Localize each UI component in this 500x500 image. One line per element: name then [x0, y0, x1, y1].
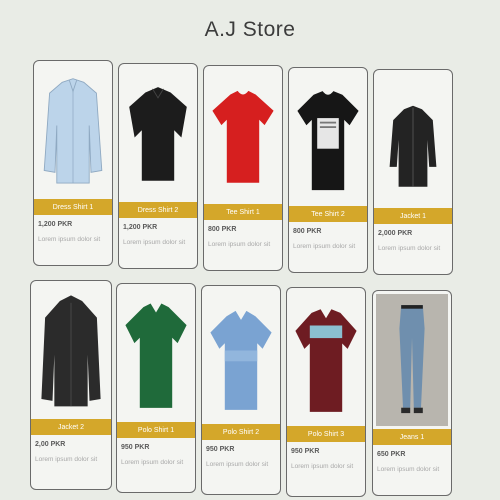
- product-price: 2,00 PKR: [35, 441, 66, 448]
- product-name: Tee Shirt 1: [204, 204, 282, 220]
- product-name: Polo Shirt 3: [287, 426, 365, 442]
- product-price: 1,200 PKR: [123, 224, 158, 231]
- product-name: Dress Shirt 1: [34, 199, 112, 215]
- product-price: 950 PKR: [121, 444, 150, 451]
- product-description: Lorem ipsum dolor sit: [378, 245, 441, 252]
- product-name: Jacket 2: [31, 419, 111, 435]
- product-description: Lorem ipsum dolor sit: [123, 239, 186, 246]
- product-name: Polo Shirt 2: [202, 424, 280, 440]
- product-card-tee-shirt-1[interactable]: Tee Shirt 1 800 PKR Lorem ipsum dolor si…: [203, 65, 283, 271]
- product-price: 950 PKR: [291, 448, 320, 455]
- product-description: Lorem ipsum dolor sit: [291, 463, 354, 470]
- product-name: Polo Shirt 1: [117, 422, 195, 438]
- tee-shirt-image: [292, 71, 364, 203]
- product-description: Lorem ipsum dolor sit: [206, 461, 269, 468]
- product-description: Lorem ipsum dolor sit: [208, 241, 271, 248]
- product-name: Dress Shirt 2: [119, 202, 197, 218]
- polo-shirt-image: [290, 291, 362, 423]
- product-card-polo-shirt-2[interactable]: Polo Shirt 2 950 PKR Lorem ipsum dolor s…: [201, 285, 281, 495]
- dress-shirt-image: [122, 67, 194, 199]
- store-title: A.J Store: [204, 18, 296, 41]
- product-description: Lorem ipsum dolor sit: [35, 456, 98, 463]
- product-description: Lorem ipsum dolor sit: [293, 243, 356, 250]
- product-card-jacket-2[interactable]: Jacket 2 2,00 PKR Lorem ipsum dolor sit: [30, 280, 112, 490]
- dress-shirt-image: [37, 64, 109, 196]
- product-card-jeans-1[interactable]: Jeans 1 650 PKR Lorem ipsum dolor sit: [372, 290, 452, 496]
- product-card-polo-shirt-3[interactable]: Polo Shirt 3 950 PKR Lorem ipsum dolor s…: [286, 287, 366, 497]
- product-card-dress-shirt-2[interactable]: Dress Shirt 2 1,200 PKR Lorem ipsum dolo…: [118, 63, 198, 269]
- product-name: Tee Shirt 2: [289, 206, 367, 222]
- product-price: 800 PKR: [208, 226, 237, 233]
- product-price: 2,000 PKR: [378, 230, 413, 237]
- product-name: Jacket 1: [374, 208, 452, 224]
- product-name: Jeans 1: [373, 429, 451, 445]
- polo-shirt-image: [120, 287, 192, 419]
- jacket-image: [377, 73, 449, 205]
- product-card-jacket-1[interactable]: Jacket 1 2,000 PKR Lorem ipsum dolor sit: [373, 69, 453, 275]
- tee-shirt-image: [207, 69, 279, 201]
- product-card-polo-shirt-1[interactable]: Polo Shirt 1 950 PKR Lorem ipsum dolor s…: [116, 283, 196, 493]
- product-price: 650 PKR: [377, 451, 406, 458]
- product-description: Lorem ipsum dolor sit: [121, 459, 184, 466]
- product-price: 800 PKR: [293, 228, 322, 235]
- product-price: 950 PKR: [206, 446, 235, 453]
- jacket-image: [34, 284, 108, 416]
- jeans-image: [376, 294, 448, 426]
- product-description: Lorem ipsum dolor sit: [377, 466, 440, 473]
- product-card-tee-shirt-2[interactable]: Tee Shirt 2 800 PKR Lorem ipsum dolor si…: [288, 67, 368, 273]
- product-price: 1,200 PKR: [38, 221, 73, 228]
- polo-shirt-image: [205, 289, 277, 421]
- product-description: Lorem ipsum dolor sit: [38, 236, 101, 243]
- product-card-dress-shirt-1[interactable]: Dress Shirt 1 1,200 PKR Lorem ipsum dolo…: [33, 60, 113, 266]
